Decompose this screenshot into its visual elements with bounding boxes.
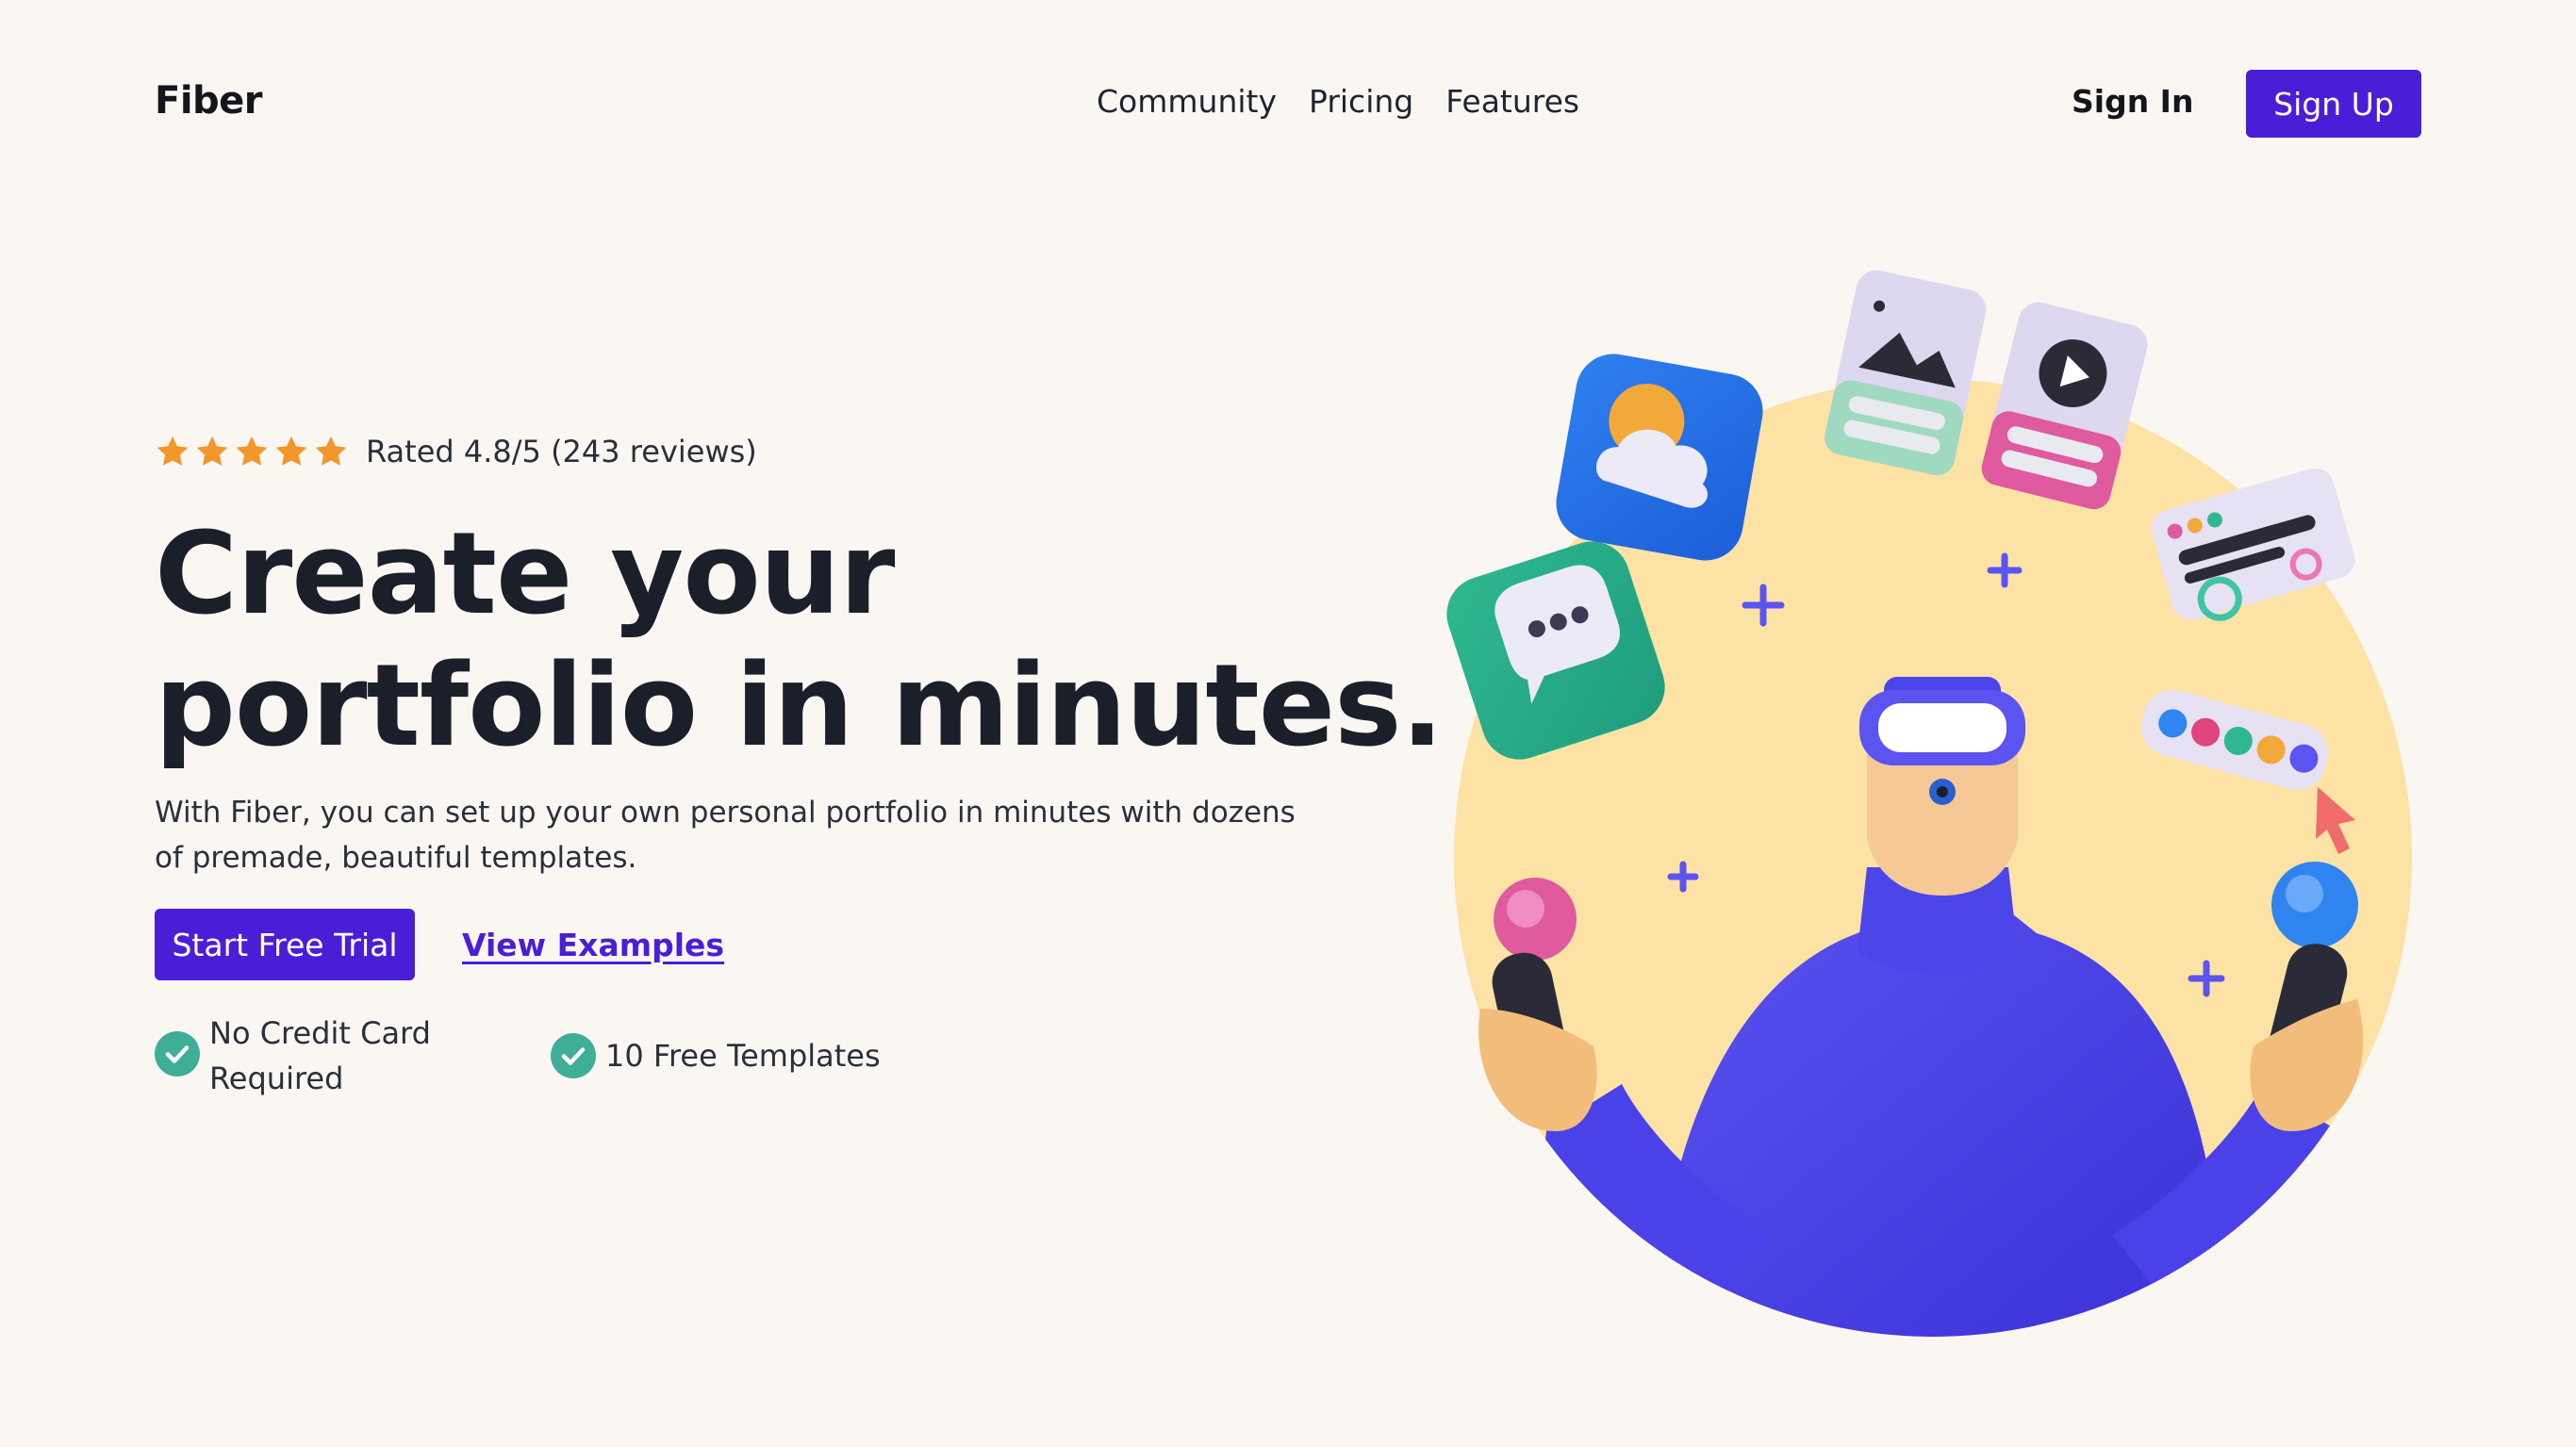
feature-label: 10 Free Templates — [605, 1038, 881, 1074]
star-icon — [315, 436, 347, 466]
weather-app-tile — [1556, 354, 1763, 561]
brand-logo[interactable]: Fiber — [155, 79, 263, 123]
check-circle-icon — [155, 1031, 200, 1077]
headline-line-2: portfolio in minutes. — [155, 641, 1444, 772]
hero-subtext: With Fiber, you can set up your own pers… — [155, 796, 1296, 875]
landing-page: Fiber Community Pricing Features Sign In… — [0, 0, 2576, 1447]
headline-line-1: Create your — [155, 509, 895, 640]
star-icon — [236, 436, 268, 466]
star-icon — [157, 436, 189, 466]
hero-illustration — [1446, 270, 2412, 1337]
vr-visor — [1878, 703, 2006, 752]
main-nav: Community Pricing Features — [1097, 83, 1579, 120]
sign-up-button[interactable]: Sign Up — [2246, 70, 2421, 138]
hero-headline: Create your portfolio in minutes. — [155, 509, 1444, 773]
nav-link-pricing[interactable]: Pricing — [1309, 83, 1413, 120]
rating-text: Rated 4.8/5 (243 reviews) — [366, 434, 757, 469]
feature-no-credit-card: No Credit Card Required — [155, 1011, 494, 1101]
view-examples-link[interactable]: View Examples — [462, 927, 724, 963]
rating-stars — [155, 434, 349, 469]
star-icon — [275, 436, 307, 466]
feature-free-templates: 10 Free Templates — [551, 1033, 881, 1078]
rating: Rated 4.8/5 (243 reviews) — [155, 434, 757, 469]
nav-link-features[interactable]: Features — [1445, 83, 1579, 120]
star-icon — [196, 436, 228, 466]
start-free-trial-button[interactable]: Start Free Trial — [155, 909, 415, 980]
feature-label: No Credit Card Required — [209, 1015, 431, 1096]
check-circle-icon — [551, 1033, 596, 1078]
sign-in-link[interactable]: Sign In — [2072, 83, 2193, 120]
nav-link-community[interactable]: Community — [1097, 83, 1277, 120]
